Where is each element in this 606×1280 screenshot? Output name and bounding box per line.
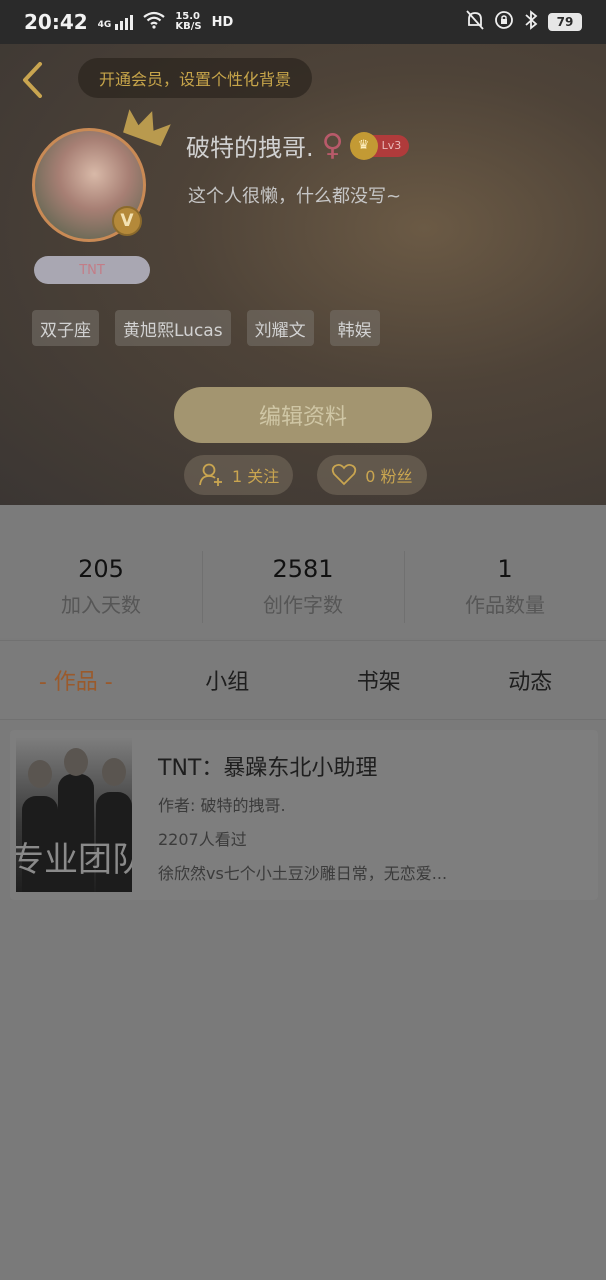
work-card[interactable]: 专业团队 TNT：暴躁东北小助理 作者: 破特的拽哥. 2207人看过 徐欣然v…: [10, 730, 598, 900]
stat-words: 2581 创作字数: [202, 551, 404, 638]
work-cover[interactable]: 专业团队: [16, 738, 132, 892]
hd-icon: HD: [211, 14, 234, 30]
follow-row: 1 关注 0 粉丝: [184, 455, 427, 495]
work-title[interactable]: TNT：暴躁东北小助理: [158, 750, 447, 782]
edit-profile-button[interactable]: 编辑资料: [174, 387, 432, 443]
stat-value: 1: [497, 555, 513, 583]
level-text: Lv3: [381, 139, 402, 152]
work-info: TNT：暴躁东北小助理 作者: 破特的拽哥. 2207人看过 徐欣然vs七个小土…: [158, 750, 447, 892]
tag[interactable]: 韩娱: [329, 310, 380, 346]
rotation-lock-icon: [494, 10, 514, 35]
network-type: 4G: [97, 19, 112, 30]
stat-label: 加入天数: [61, 593, 141, 617]
status-time: 20:42: [24, 10, 88, 34]
crown-icon: [123, 109, 171, 147]
tag[interactable]: 黄旭熙Lucas: [115, 310, 231, 346]
wifi-icon: [143, 11, 166, 34]
avatar-container[interactable]: V: [32, 109, 171, 246]
stat-works: 1 作品数量: [404, 551, 606, 638]
back-button[interactable]: [14, 58, 50, 102]
nameplate: TNT: [34, 256, 150, 284]
tag-list: 双子座 黄旭熙Lucas 刘耀文 韩娱: [32, 310, 380, 346]
mute-bell-icon: [466, 9, 484, 35]
bio: 这个人很懒，什么都没写~: [188, 186, 402, 207]
tab-activity[interactable]: 动态: [455, 664, 606, 696]
stats-row: 205 加入天数 2581 创作字数 1 作品数量: [0, 505, 606, 638]
fans-button[interactable]: 0 粉丝: [317, 455, 427, 495]
stat-value: 2581: [272, 555, 334, 583]
work-author: 作者: 破特的拽哥.: [158, 796, 286, 815]
tag[interactable]: 双子座: [32, 310, 99, 346]
work-views: 2207人看过: [158, 830, 247, 849]
tab-bar: - 作品 - 小组 书架 动态: [0, 640, 606, 720]
cover-text: 专业团队: [16, 840, 132, 880]
verified-badge: V: [112, 206, 142, 236]
chevron-left-icon: [23, 62, 42, 98]
bluetooth-icon: [524, 9, 538, 35]
following-count: 1 关注: [232, 467, 280, 486]
female-icon: ♀: [321, 127, 344, 163]
vip-banner[interactable]: 开通会员，设置个性化背景: [78, 58, 312, 98]
tab-works[interactable]: - 作品 -: [0, 664, 152, 696]
stat-label: 作品数量: [465, 593, 545, 617]
user-info: 破特的拽哥. ♀ ♛ Lv3: [186, 127, 410, 163]
add-user-icon: [199, 463, 222, 486]
battery-icon: 79: [548, 13, 582, 31]
stat-days: 205 加入天数: [0, 555, 202, 638]
net-speed-unit: KB/S: [175, 21, 202, 32]
heart-icon: [332, 463, 357, 486]
status-bar: 20:42 4G 15.0 KB/S HD 79: [0, 0, 606, 44]
following-button[interactable]: 1 关注: [184, 455, 294, 495]
tab-groups[interactable]: 小组: [152, 664, 304, 696]
username: 破特的拽哥.: [186, 134, 314, 162]
stat-value: 205: [78, 555, 124, 583]
signal-icon: 4G: [97, 14, 134, 30]
level-crown-icon: ♛: [349, 131, 378, 160]
profile-header: 开通会员，设置个性化背景 V TNT 破特的拽哥. ♀ ♛ Lv3 这个人很懒，…: [0, 44, 606, 505]
fans-count: 0 粉丝: [365, 467, 413, 486]
level-badge: ♛ Lv3: [349, 131, 410, 160]
tag[interactable]: 刘耀文: [246, 310, 314, 346]
work-summary: 徐欣然vs七个小土豆沙雕日常，无恋爱...: [158, 864, 448, 883]
stat-label: 创作字数: [263, 593, 343, 617]
tab-bookshelf[interactable]: 书架: [303, 664, 455, 696]
net-speed: 15.0 KB/S: [175, 12, 201, 32]
